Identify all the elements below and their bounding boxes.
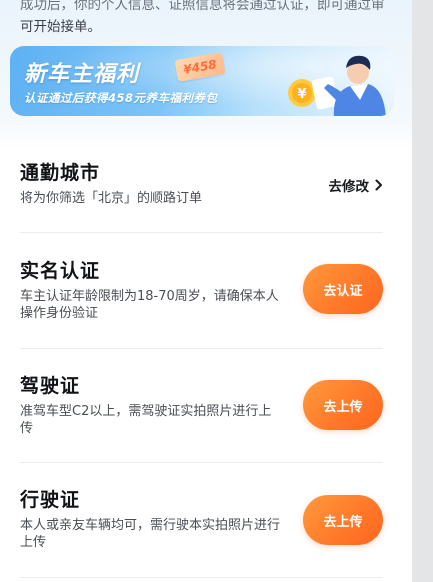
side-gutter [412,0,433,582]
realname-desc: 车主认证年龄限制为18-70周岁，请确保本人操作身份验证 [20,289,279,321]
divider [20,348,383,349]
vehicle-license-section: 行驶证 本人或亲友车辆均可，需行驶本实拍照片进行上传 去上传 [20,487,383,551]
chevron-right-icon [375,179,382,191]
driver-license-section: 驾驶证 准驾车型C2以上，需驾驶证实拍照片进行上传 去上传 [20,373,383,437]
upload-driver-license-button[interactable]: 去上传 [303,380,383,430]
verify-identity-button[interactable]: 去认证 [303,264,383,314]
intro-text: 成功后，你的个人信息、证照信息将会通过认证，即可通过审 可开始接单。 [20,0,390,38]
svg-text:¥: ¥ [297,87,306,102]
edit-city-link[interactable]: 去修改 [329,175,384,195]
divider [20,232,383,233]
banner-title: 新车主福利 [24,62,140,87]
divider [20,577,383,578]
commute-city-section: 通勤城市 将为你筛选「北京」的顺路订单 去修改 [20,160,383,207]
promo-banner[interactable]: 新车主福利 ¥458 认证通过后获得458元养车福利券包 ¥ [10,46,394,116]
mascot-illustration: ¥ [288,55,386,116]
realname-section: 实名认证 车主认证年龄限制为18-70周岁，请确保本人操作身份验证 去认证 [20,258,383,322]
verification-page: 成功后，你的个人信息、证照信息将会通过认证，即可通过审 可开始接单。 新车主福利… [0,0,412,582]
intro-line-1: 成功后，你的个人信息、证照信息将会通过认证，即可通过审 [20,0,385,13]
driver-license-desc: 准驾车型C2以上，需驾驶证实拍照片进行上传 [20,404,272,436]
divider [20,462,383,463]
intro-line-2: 可开始接单。 [20,19,101,35]
edit-city-label: 去修改 [328,179,370,195]
commute-city-desc: 将为你筛选「北京」的顺路订单 [20,191,203,206]
banner-subtitle: 认证通过后获得458元养车福利券包 [24,91,218,105]
upload-vehicle-license-button[interactable]: 去上传 [303,495,383,545]
vehicle-license-desc: 本人或亲友车辆均可，需行驶本实拍照片进行上传 [20,518,281,550]
